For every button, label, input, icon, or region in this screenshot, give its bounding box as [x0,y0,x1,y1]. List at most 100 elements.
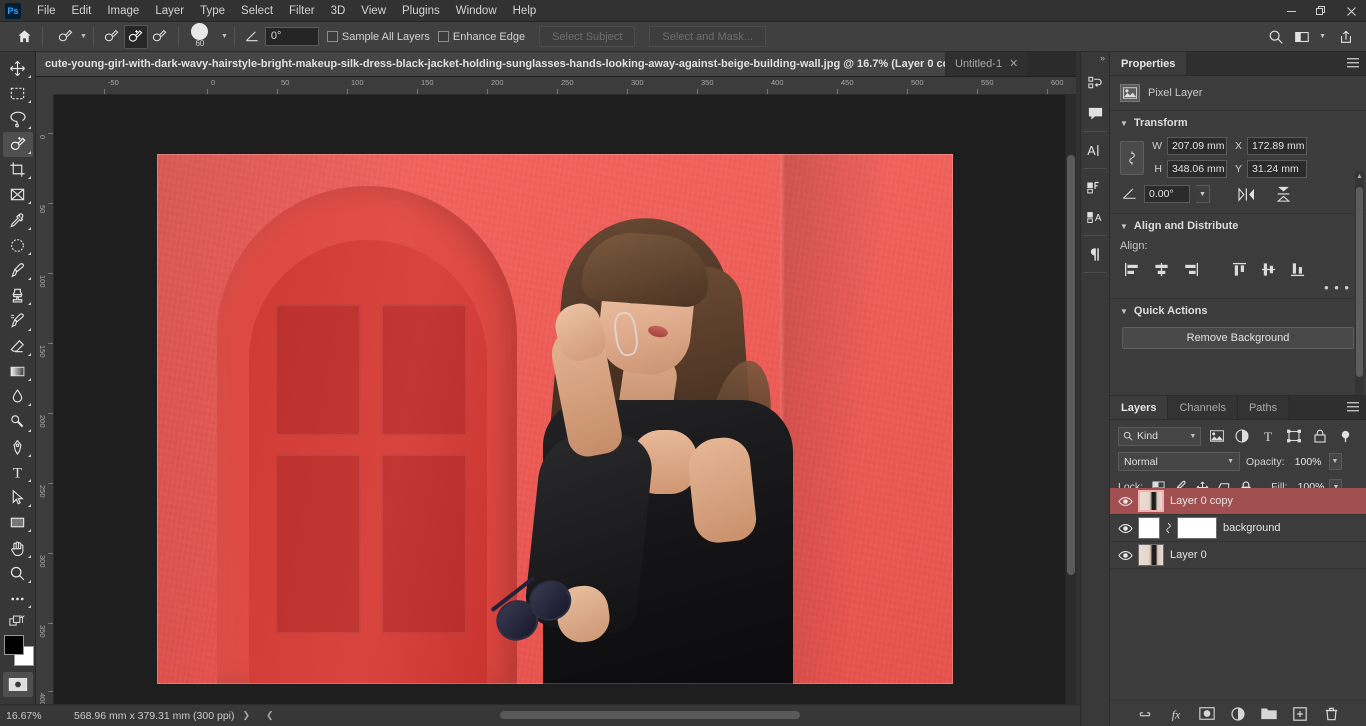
angle-input[interactable]: 0° [264,27,319,46]
new-group-icon[interactable] [1259,704,1279,724]
tab-properties[interactable]: Properties [1110,52,1188,75]
align-bottom-edges-icon[interactable] [1285,258,1310,280]
blend-mode-select[interactable]: Normal ▼ [1118,452,1240,471]
select-and-mask-button[interactable]: Select and Mask... [649,26,766,47]
glyphs-panel-icon[interactable]: A [1082,202,1108,232]
eyedropper-tool[interactable] [3,207,33,232]
new-adjustment-layer-icon[interactable] [1228,704,1248,724]
chevron-down-icon-3[interactable]: ▼ [1120,307,1128,316]
chevron-down-icon-2[interactable]: ▼ [1120,222,1128,231]
brush-size-preview[interactable]: 60 [185,22,215,50]
path-selection-tool[interactable] [3,485,33,510]
history-panel-icon[interactable] [1082,68,1108,98]
rotation-input[interactable]: 0.00° [1144,185,1190,203]
layer-row-selected[interactable]: Layer 0 copy [1110,488,1366,515]
layer-thumbnail-2[interactable] [1138,517,1160,539]
enhance-edge-checkbox[interactable]: Enhance Edge [437,31,525,43]
vertical-ruler[interactable]: 0 50 100 150 200 250 300 350 400 [36,95,54,704]
filter-shape-layers-icon[interactable] [1284,426,1305,446]
clone-stamp-tool[interactable] [3,283,33,308]
spot-healing-brush-tool[interactable] [3,233,33,258]
layer-mask-thumbnail[interactable] [1177,517,1217,539]
status-collapse-icon[interactable]: ❮ [258,710,282,721]
new-selection-icon[interactable] [100,25,124,49]
menu-layer[interactable]: Layer [147,2,192,20]
tool-preset-chevron-down-icon[interactable]: ▼ [80,33,87,40]
lasso-tool[interactable] [3,106,33,131]
swap-colors-icon[interactable] [3,611,33,631]
document-tab-active[interactable]: cute-young-girl-with-dark-wavy-hairstyle… [36,52,946,76]
sample-all-layers-box[interactable] [326,31,338,42]
subtract-from-selection-icon[interactable] [148,25,172,49]
zoom-tool[interactable] [3,561,33,586]
link-width-height-icon[interactable] [1120,140,1144,175]
menu-edit[interactable]: Edit [64,2,100,20]
filter-toggle-icon[interactable] [1335,426,1356,446]
scroll-up-icon[interactable]: ▲ [1356,173,1363,180]
layer-row-background[interactable]: background [1110,515,1366,542]
width-input[interactable]: 207.09 mm [1167,137,1227,155]
tab-channels[interactable]: Channels [1168,396,1238,419]
align-top-edges-icon[interactable] [1227,258,1252,280]
add-layer-style-icon[interactable]: fx [1166,704,1186,724]
opacity-chevron-down-icon[interactable]: ▼ [1328,453,1342,470]
align-left-edges-icon[interactable] [1120,258,1145,280]
canvas-vertical-scroll-thumb[interactable] [1067,155,1075,575]
properties-scroll-thumb[interactable] [1356,187,1363,377]
type-tool[interactable]: T [3,460,33,485]
height-input[interactable]: 348.06 mm [1167,160,1227,178]
horizontal-ruler[interactable]: -50 0 50 100 150 200 250 300 350 400 450… [54,77,1076,95]
delete-layer-icon[interactable] [1321,704,1341,724]
layers-panel-menu-icon[interactable] [1347,402,1359,412]
layer-comps-panel-icon[interactable] [1082,172,1108,202]
panel-menu-icon[interactable] [1347,58,1359,68]
collapse-panels-icon[interactable]: » [1100,53,1105,63]
layer-name-3[interactable]: Layer 0 [1170,549,1207,561]
flip-vertical-icon[interactable] [1275,186,1292,202]
document-window[interactable] [54,95,1076,704]
rotation-chevron-down-icon[interactable]: ▼ [1196,185,1210,203]
add-layer-mask-icon[interactable] [1197,704,1217,724]
search-icon[interactable] [1264,25,1288,49]
transform-section-header[interactable]: ▼ Transform [1110,111,1366,135]
align-vertical-centers-icon[interactable] [1256,258,1281,280]
character-panel-icon[interactable]: A [1082,135,1108,165]
history-brush-tool[interactable] [3,308,33,333]
tool-preset-picker[interactable] [53,25,77,49]
foreground-color-swatch[interactable] [3,634,24,655]
layer-mask-link-icon[interactable] [1162,522,1174,534]
close-button[interactable] [1336,0,1366,22]
rectangular-marquee-tool[interactable] [3,81,33,106]
layer-thumbnail-3[interactable] [1138,544,1164,566]
canvas-horizontal-scroll-thumb[interactable] [500,711,800,719]
menu-plugins[interactable]: Plugins [394,2,448,20]
tab-paths[interactable]: Paths [1237,396,1290,419]
layer-visibility-icon-3[interactable] [1112,550,1138,561]
menu-window[interactable]: Window [448,2,505,20]
opacity-value[interactable]: 100% [1290,454,1323,469]
filter-adjustment-layers-icon[interactable] [1232,426,1253,446]
layer-visibility-icon-2[interactable] [1112,523,1138,534]
close-icon-2[interactable]: ✕ [1009,58,1018,70]
link-layers-icon[interactable] [1135,704,1155,724]
align-distribute-section-header[interactable]: ▼ Align and Distribute [1110,214,1366,238]
comments-panel-icon[interactable] [1082,98,1108,128]
restore-button[interactable] [1306,0,1336,22]
menu-file[interactable]: File [29,2,64,20]
enhance-edge-box[interactable] [437,31,449,42]
filter-type-layers-icon[interactable]: T [1258,426,1279,446]
menu-filter[interactable]: Filter [281,2,323,20]
zoom-level[interactable]: 16.67% [0,710,60,722]
menu-image[interactable]: Image [99,2,147,20]
quick-mask-mode-icon[interactable] [2,671,33,697]
crop-tool[interactable] [3,157,33,182]
edit-toolbar-button[interactable] [3,586,33,611]
menu-select[interactable]: Select [233,2,281,20]
more-options-icon[interactable]: • • • [1110,280,1366,298]
gradient-tool[interactable] [3,359,33,384]
color-swatches[interactable] [2,634,34,666]
x-input[interactable]: 172.89 mm [1247,137,1307,155]
blur-tool[interactable] [3,384,33,409]
move-tool[interactable] [3,56,33,81]
quick-actions-section-header[interactable]: ▼ Quick Actions [1110,299,1366,323]
